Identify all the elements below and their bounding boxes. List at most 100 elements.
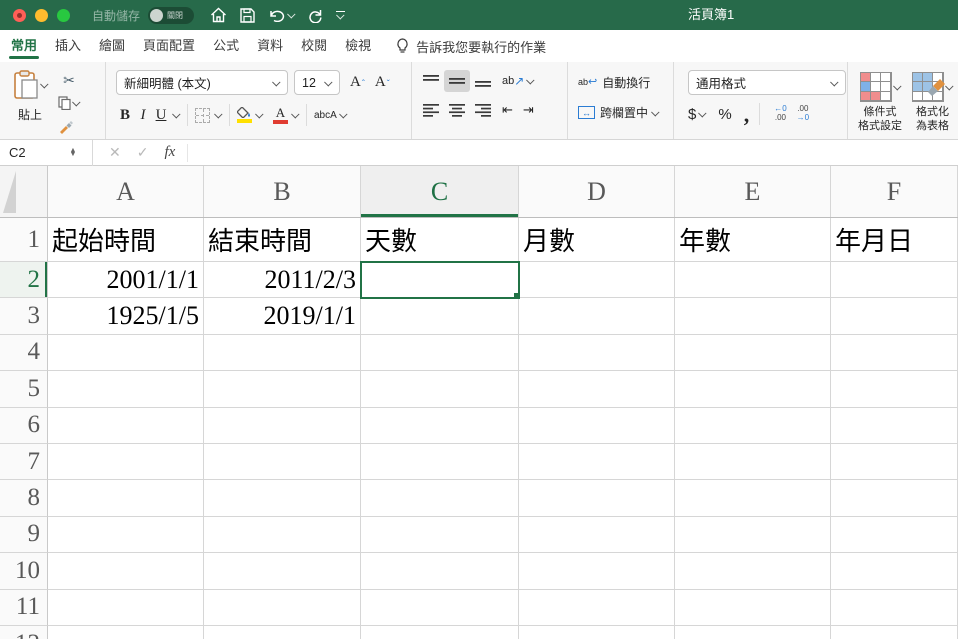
- row-header-7[interactable]: 7: [0, 444, 48, 480]
- insert-function-button[interactable]: fx: [164, 144, 175, 161]
- cell-B1[interactable]: 結束時間: [204, 218, 361, 262]
- cell-B5[interactable]: [204, 371, 361, 407]
- cell-D11[interactable]: [519, 590, 675, 626]
- cell-E6[interactable]: [675, 408, 831, 444]
- row-header-5[interactable]: 5: [0, 371, 48, 407]
- cell-B6[interactable]: [204, 408, 361, 444]
- tab-insert[interactable]: 插入: [46, 30, 90, 62]
- row-header-2[interactable]: 2: [0, 262, 48, 298]
- number-format-select[interactable]: 通用格式: [688, 70, 846, 95]
- cell-D3[interactable]: [519, 298, 675, 334]
- cell-E8[interactable]: [675, 480, 831, 516]
- increase-font-size-button[interactable]: Aˆ: [350, 74, 365, 91]
- cell-E4[interactable]: [675, 335, 831, 371]
- cell-B4[interactable]: [204, 335, 361, 371]
- format-as-table-button[interactable]: 格式化 為表格: [912, 72, 953, 139]
- row-header-12[interactable]: 12: [0, 626, 48, 639]
- cell-D9[interactable]: [519, 517, 675, 553]
- zoom-window-button[interactable]: [57, 9, 70, 22]
- cell-D12[interactable]: [519, 626, 675, 639]
- tell-me-search[interactable]: 告訴我您要執行的作業: [396, 37, 546, 56]
- cell-B7[interactable]: [204, 444, 361, 480]
- cell-E7[interactable]: [675, 444, 831, 480]
- column-header-E[interactable]: E: [675, 166, 831, 217]
- italic-button[interactable]: I: [134, 107, 152, 124]
- cell-A7[interactable]: [48, 444, 204, 480]
- tab-view[interactable]: 檢視: [336, 30, 380, 62]
- cell-D4[interactable]: [519, 335, 675, 371]
- cell-F5[interactable]: [831, 371, 958, 407]
- text-effects-chevron-icon[interactable]: [339, 110, 347, 118]
- cell-B3[interactable]: 2019/1/1: [204, 298, 361, 334]
- decrease-indent-button[interactable]: ⇤: [502, 102, 513, 118]
- quick-access-options-icon[interactable]: [336, 11, 345, 19]
- cell-D5[interactable]: [519, 371, 675, 407]
- close-window-button[interactable]: [13, 9, 26, 22]
- cell-E9[interactable]: [675, 517, 831, 553]
- align-right-button[interactable]: [470, 99, 496, 121]
- borders-button[interactable]: [195, 108, 210, 123]
- align-center-button[interactable]: [444, 99, 470, 121]
- currency-chevron-icon[interactable]: [698, 109, 706, 117]
- row-header-6[interactable]: 6: [0, 408, 48, 444]
- align-left-button[interactable]: [418, 99, 444, 121]
- cell-A5[interactable]: [48, 371, 204, 407]
- fill-color-button[interactable]: [237, 107, 252, 123]
- cell-D2[interactable]: [519, 262, 675, 298]
- cell-F8[interactable]: [831, 480, 958, 516]
- enter-icon[interactable]: ✓: [137, 144, 149, 161]
- cell-A12[interactable]: [48, 626, 204, 639]
- text-effects-button[interactable]: abcA: [314, 110, 337, 121]
- cell-A11[interactable]: [48, 590, 204, 626]
- cell-C7[interactable]: [361, 444, 519, 480]
- row-header-4[interactable]: 4: [0, 335, 48, 371]
- orientation-button[interactable]: ab↗: [502, 74, 534, 88]
- paste-chevron-icon[interactable]: [40, 80, 48, 88]
- cell-D1[interactable]: 月數: [519, 218, 675, 262]
- row-header-3[interactable]: 3: [0, 298, 48, 334]
- cell-C8[interactable]: [361, 480, 519, 516]
- paste-button[interactable]: 貼上: [8, 70, 52, 139]
- conditional-formatting-button[interactable]: 條件式 格式設定: [858, 72, 902, 139]
- cell-B8[interactable]: [204, 480, 361, 516]
- cell-B10[interactable]: [204, 553, 361, 589]
- align-middle-button[interactable]: [444, 70, 470, 92]
- cell-F6[interactable]: [831, 408, 958, 444]
- name-box-stepper[interactable]: ▲▼: [66, 149, 80, 157]
- cell-A2[interactable]: 2001/1/1: [48, 262, 204, 298]
- fill-color-chevron-icon[interactable]: [255, 110, 263, 118]
- cell-A4[interactable]: [48, 335, 204, 371]
- borders-chevron-icon[interactable]: [214, 110, 222, 118]
- wrap-text-button[interactable]: ab↩ 自動換行: [578, 74, 673, 91]
- column-header-D[interactable]: D: [519, 166, 675, 217]
- column-header-F[interactable]: F: [831, 166, 958, 217]
- font-color-button[interactable]: A: [273, 106, 288, 124]
- cut-button[interactable]: ✂: [58, 72, 80, 88]
- cell-E5[interactable]: [675, 371, 831, 407]
- minimize-window-button[interactable]: [35, 9, 48, 22]
- cell-F3[interactable]: [831, 298, 958, 334]
- cell-C4[interactable]: [361, 335, 519, 371]
- cell-B2[interactable]: 2011/2/3: [204, 262, 361, 298]
- cell-C11[interactable]: [361, 590, 519, 626]
- currency-button[interactable]: $: [688, 106, 696, 123]
- underline-chevron-icon[interactable]: [172, 110, 180, 118]
- format-painter-button[interactable]: [58, 118, 80, 134]
- cell-A3[interactable]: 1925/1/5: [48, 298, 204, 334]
- cell-F1[interactable]: 年月日: [831, 218, 958, 262]
- cell-F10[interactable]: [831, 553, 958, 589]
- bold-button[interactable]: B: [116, 107, 134, 124]
- cell-C12[interactable]: [361, 626, 519, 639]
- align-top-button[interactable]: [418, 70, 444, 92]
- tab-home[interactable]: 常用: [2, 30, 46, 62]
- row-header-8[interactable]: 8: [0, 480, 48, 516]
- cell-A1[interactable]: 起始時間: [48, 218, 204, 262]
- column-header-C[interactable]: C: [361, 166, 519, 217]
- comma-style-button[interactable]: ,: [744, 109, 750, 120]
- cell-D6[interactable]: [519, 408, 675, 444]
- row-header-11[interactable]: 11: [0, 590, 48, 626]
- cell-E11[interactable]: [675, 590, 831, 626]
- cell-C3[interactable]: [361, 298, 519, 334]
- increase-decimal-button[interactable]: .00 →0: [797, 105, 809, 123]
- cell-B11[interactable]: [204, 590, 361, 626]
